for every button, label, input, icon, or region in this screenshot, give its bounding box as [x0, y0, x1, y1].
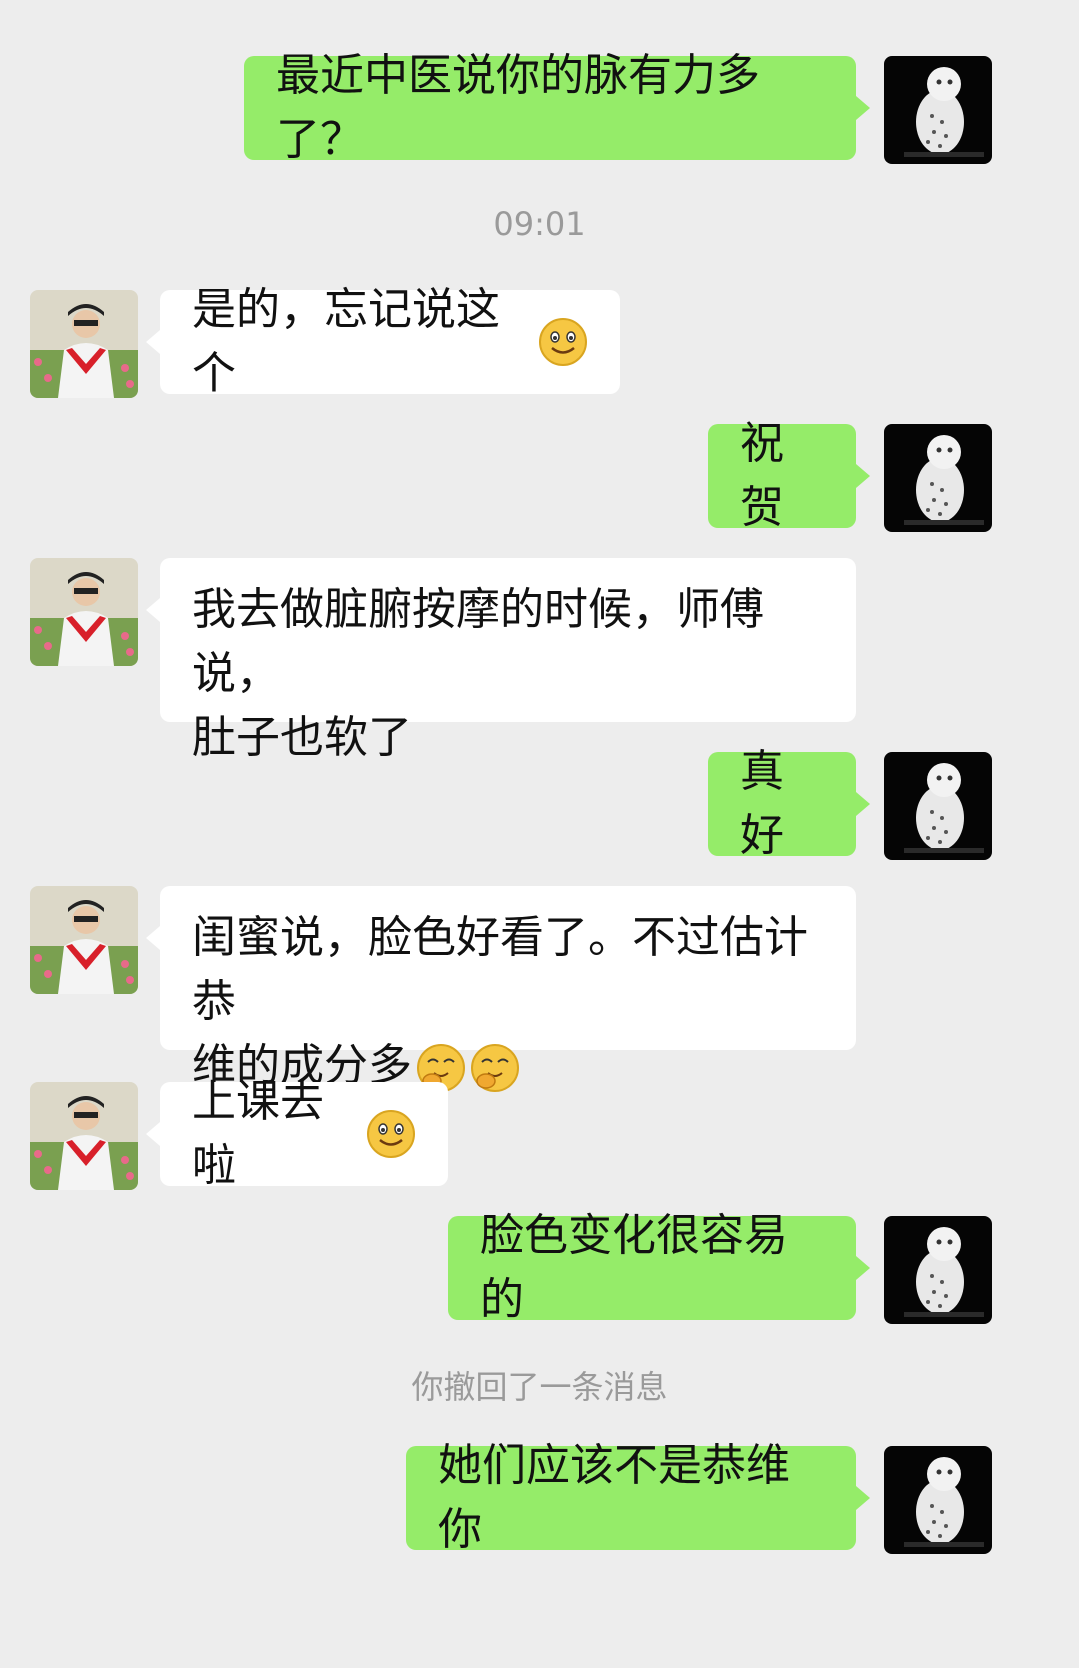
- message-text: 她们应该不是恭维你: [438, 1440, 790, 1555]
- smile-emoji: [538, 317, 588, 367]
- message-bubble[interactable]: 真好: [708, 746, 856, 861]
- message-row-outgoing: 最近中医说你的脉有力多了？: [0, 50, 1079, 165]
- owl-avatar[interactable]: [884, 56, 992, 164]
- message-text: 最近中医说你的脉有力多了？: [276, 50, 760, 165]
- owl-avatar[interactable]: [884, 752, 992, 860]
- bubble-tail: [856, 96, 870, 120]
- owl-avatar[interactable]: [884, 424, 992, 532]
- message-text: 上课去啦: [192, 1076, 324, 1191]
- message-row-incoming: 闺蜜说，脸色好看了。不过估计恭 维的成分多: [0, 886, 1079, 1092]
- message-row-outgoing: 她们应该不是恭维你: [0, 1440, 1079, 1555]
- message-row-outgoing: 脸色变化很容易的: [0, 1210, 1079, 1325]
- woman-avatar[interactable]: [30, 558, 138, 666]
- bubble-tail: [856, 1256, 870, 1280]
- bubble-tail: [146, 926, 160, 950]
- bubble-tail: [146, 598, 160, 622]
- message-bubble[interactable]: 最近中医说你的脉有力多了？: [244, 50, 856, 165]
- message-row-incoming: 我去做脏腑按摩的时候，师傅说， 肚子也软了: [0, 558, 1079, 763]
- woman-avatar[interactable]: [30, 290, 138, 398]
- owl-avatar[interactable]: [884, 1216, 992, 1324]
- message-bubble[interactable]: 她们应该不是恭维你: [406, 1440, 856, 1555]
- message-bubble[interactable]: 闺蜜说，脸色好看了。不过估计恭 维的成分多: [160, 886, 856, 1092]
- bubble-tail: [856, 1486, 870, 1510]
- bubble-tail: [856, 464, 870, 488]
- message-bubble[interactable]: 我去做脏腑按摩的时候，师傅说， 肚子也软了: [160, 558, 856, 763]
- message-bubble[interactable]: 脸色变化很容易的: [448, 1210, 856, 1325]
- message-row-incoming: 上课去啦: [0, 1076, 1079, 1191]
- bubble-tail: [146, 330, 160, 354]
- bubble-tail: [856, 792, 870, 816]
- message-text: 脸色变化很容易的: [480, 1210, 788, 1325]
- smile-emoji: [366, 1109, 416, 1159]
- message-text-line: 我去做脏腑按摩的时候，师傅说，: [192, 584, 764, 699]
- woman-avatar[interactable]: [30, 1082, 138, 1190]
- bubble-tail: [146, 1122, 160, 1146]
- message-text: 祝贺: [740, 418, 784, 533]
- woman-avatar[interactable]: [30, 886, 138, 994]
- message-row-incoming: 是的，忘记说这个: [0, 284, 1079, 399]
- message-text: 真好: [740, 746, 784, 861]
- timestamp: 09:01: [493, 205, 586, 243]
- recall-notice: 你撤回了一条消息: [411, 1368, 668, 1406]
- message-bubble[interactable]: 上课去啦: [160, 1076, 448, 1191]
- message-row-outgoing: 真好: [0, 746, 1079, 861]
- message-text: 是的，忘记说这个: [192, 284, 500, 399]
- message-row-outgoing: 祝贺: [0, 418, 1079, 533]
- message-bubble[interactable]: 是的，忘记说这个: [160, 284, 620, 399]
- message-bubble[interactable]: 祝贺: [708, 418, 856, 533]
- message-text-line: 闺蜜说，脸色好看了。不过估计恭: [192, 912, 808, 1027]
- owl-avatar[interactable]: [884, 1446, 992, 1554]
